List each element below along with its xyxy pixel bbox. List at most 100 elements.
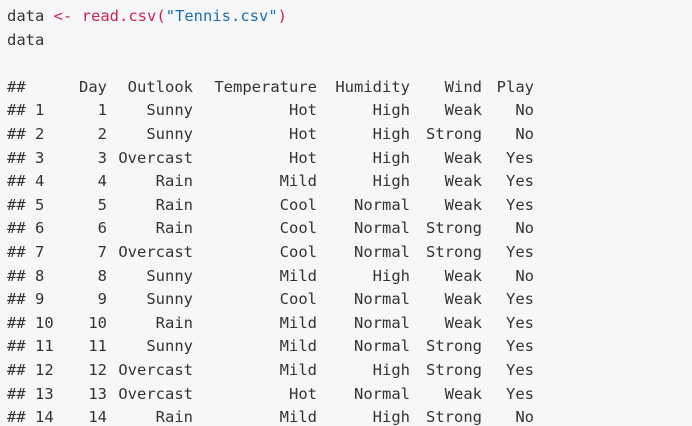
code-variable: data (7, 7, 45, 25)
table-row: ## 10 10 Rain Mild Normal Weak Yes (7, 312, 692, 336)
cell-wind: Weak (444, 148, 482, 167)
cell-outlook: Sunny (146, 337, 193, 356)
row-prefix: ## 4 (7, 172, 45, 191)
column-header-temperature: Temperature (214, 77, 317, 96)
cell-temperature: Mild (279, 313, 317, 332)
cell-humidity: Normal (354, 242, 410, 261)
row-prefix: ## 1 (7, 101, 45, 120)
code-block: data <- read.csv("Tennis.csv") data ## D… (7, 5, 692, 426)
cell-wind: Strong (426, 219, 482, 238)
cell-humidity: Normal (354, 313, 410, 332)
code-output-panel: data <- read.csv("Tennis.csv") data ## D… (0, 0, 692, 426)
cell-play: Yes (506, 242, 534, 261)
code-line-read-csv: data <- read.csv("Tennis.csv") (7, 5, 692, 29)
cell-wind: Weak (444, 384, 482, 403)
cell-wind: Weak (444, 195, 482, 214)
table-row: ## 6 6 Rain Cool Normal Strong No (7, 217, 692, 241)
cell-outlook: Sunny (146, 124, 193, 143)
cell-day: 7 (97, 242, 107, 261)
row-prefix: ## 7 (7, 242, 45, 261)
cell-humidity: Normal (354, 195, 410, 214)
cell-play: Yes (506, 384, 534, 403)
column-header-outlook: Outlook (127, 77, 193, 96)
cell-wind: Weak (444, 172, 482, 191)
cell-day: 4 (97, 172, 107, 191)
cell-humidity: Normal (354, 337, 410, 356)
row-prefix: ## 2 (7, 124, 45, 143)
cell-day: 6 (97, 219, 107, 238)
cell-play: No (515, 219, 534, 238)
row-prefix: ## 12 (7, 360, 54, 379)
table-row: ## 14 14 Rain Mild High Strong No (7, 406, 692, 426)
cell-temperature: Mild (279, 266, 317, 285)
cell-wind: Strong (426, 242, 482, 261)
cell-temperature: Mild (279, 408, 317, 426)
cell-temperature: Cool (279, 242, 317, 261)
cell-temperature: Hot (289, 124, 317, 143)
table-row: ## 1 1 Sunny Hot High Weak No (7, 99, 692, 123)
cell-wind: Strong (426, 337, 482, 356)
cell-humidity: High (372, 266, 410, 285)
row-prefix: ## 14 (7, 408, 54, 426)
table-row: ## 9 9 Sunny Cool Normal Weak Yes (7, 288, 692, 312)
cell-day: 2 (97, 124, 107, 143)
cell-play: Yes (506, 195, 534, 214)
cell-outlook: Overcast (118, 384, 193, 403)
table-row: ## 7 7 Overcast Cool Normal Strong Yes (7, 241, 692, 265)
cell-play: Yes (506, 313, 534, 332)
cell-outlook: Sunny (146, 101, 193, 120)
cell-temperature: Hot (289, 148, 317, 167)
cell-play: No (515, 124, 534, 143)
cell-wind: Weak (444, 290, 482, 309)
cell-day: 3 (97, 148, 107, 167)
cell-humidity: High (372, 360, 410, 379)
row-prefix: ## 11 (7, 337, 54, 356)
table-row: ## 12 12 Overcast Mild High Strong Yes (7, 359, 692, 383)
cell-play: No (515, 408, 534, 426)
cell-play: Yes (506, 337, 534, 356)
cell-wind: Weak (444, 266, 482, 285)
cell-day: 11 (88, 337, 107, 356)
cell-play: Yes (506, 148, 534, 167)
cell-day: 1 (97, 101, 107, 120)
cell-outlook: Rain (155, 313, 193, 332)
cell-temperature: Cool (279, 219, 317, 238)
cell-day: 9 (97, 290, 107, 309)
cell-outlook: Sunny (146, 266, 193, 285)
output-rows: ## 1 1 Sunny Hot High Weak No ## 2 2 Sunny Hot High… (7, 99, 692, 426)
cell-play: No (515, 266, 534, 285)
row-prefix: ## 5 (7, 195, 45, 214)
cell-day: 14 (88, 408, 107, 426)
cell-outlook: Overcast (118, 360, 193, 379)
table-row: ## 2 2 Sunny Hot High Strong No (7, 123, 692, 147)
column-header-humidity: Humidity (335, 77, 410, 96)
code-line-print: data (7, 30, 45, 49)
row-prefix: ## 3 (7, 148, 45, 167)
column-header-play: Play (496, 77, 534, 96)
cell-play: Yes (506, 360, 534, 379)
cell-wind: Strong (426, 124, 482, 143)
cell-temperature: Mild (279, 172, 317, 191)
function-close-paren: ) (277, 7, 288, 25)
cell-humidity: High (372, 408, 410, 426)
cell-temperature: Mild (279, 337, 317, 356)
table-row: ## 3 3 Overcast Hot High Weak Yes (7, 147, 692, 171)
cell-wind: Weak (444, 313, 482, 332)
row-prefix: ## 13 (7, 384, 54, 403)
table-row: ## 13 13 Overcast Hot Normal Weak Yes (7, 383, 692, 407)
table-row: ## 5 5 Rain Cool Normal Weak Yes (7, 194, 692, 218)
cell-humidity: Normal (354, 219, 410, 238)
table-row: ## 11 11 Sunny Mild Normal Strong Yes (7, 335, 692, 359)
cell-wind: Strong (426, 360, 482, 379)
table-row: ## 4 4 Rain Mild High Weak Yes (7, 170, 692, 194)
cell-humidity: High (372, 172, 410, 191)
cell-temperature: Cool (279, 195, 317, 214)
cell-temperature: Cool (279, 290, 317, 309)
cell-day: 10 (88, 313, 107, 332)
cell-outlook: Rain (155, 195, 193, 214)
cell-temperature: Hot (289, 384, 317, 403)
cell-outlook: Rain (155, 408, 193, 426)
output-header-row: ## Day Outlook Temperature Humidity Wind… (7, 76, 692, 100)
cell-outlook: Overcast (118, 148, 193, 167)
